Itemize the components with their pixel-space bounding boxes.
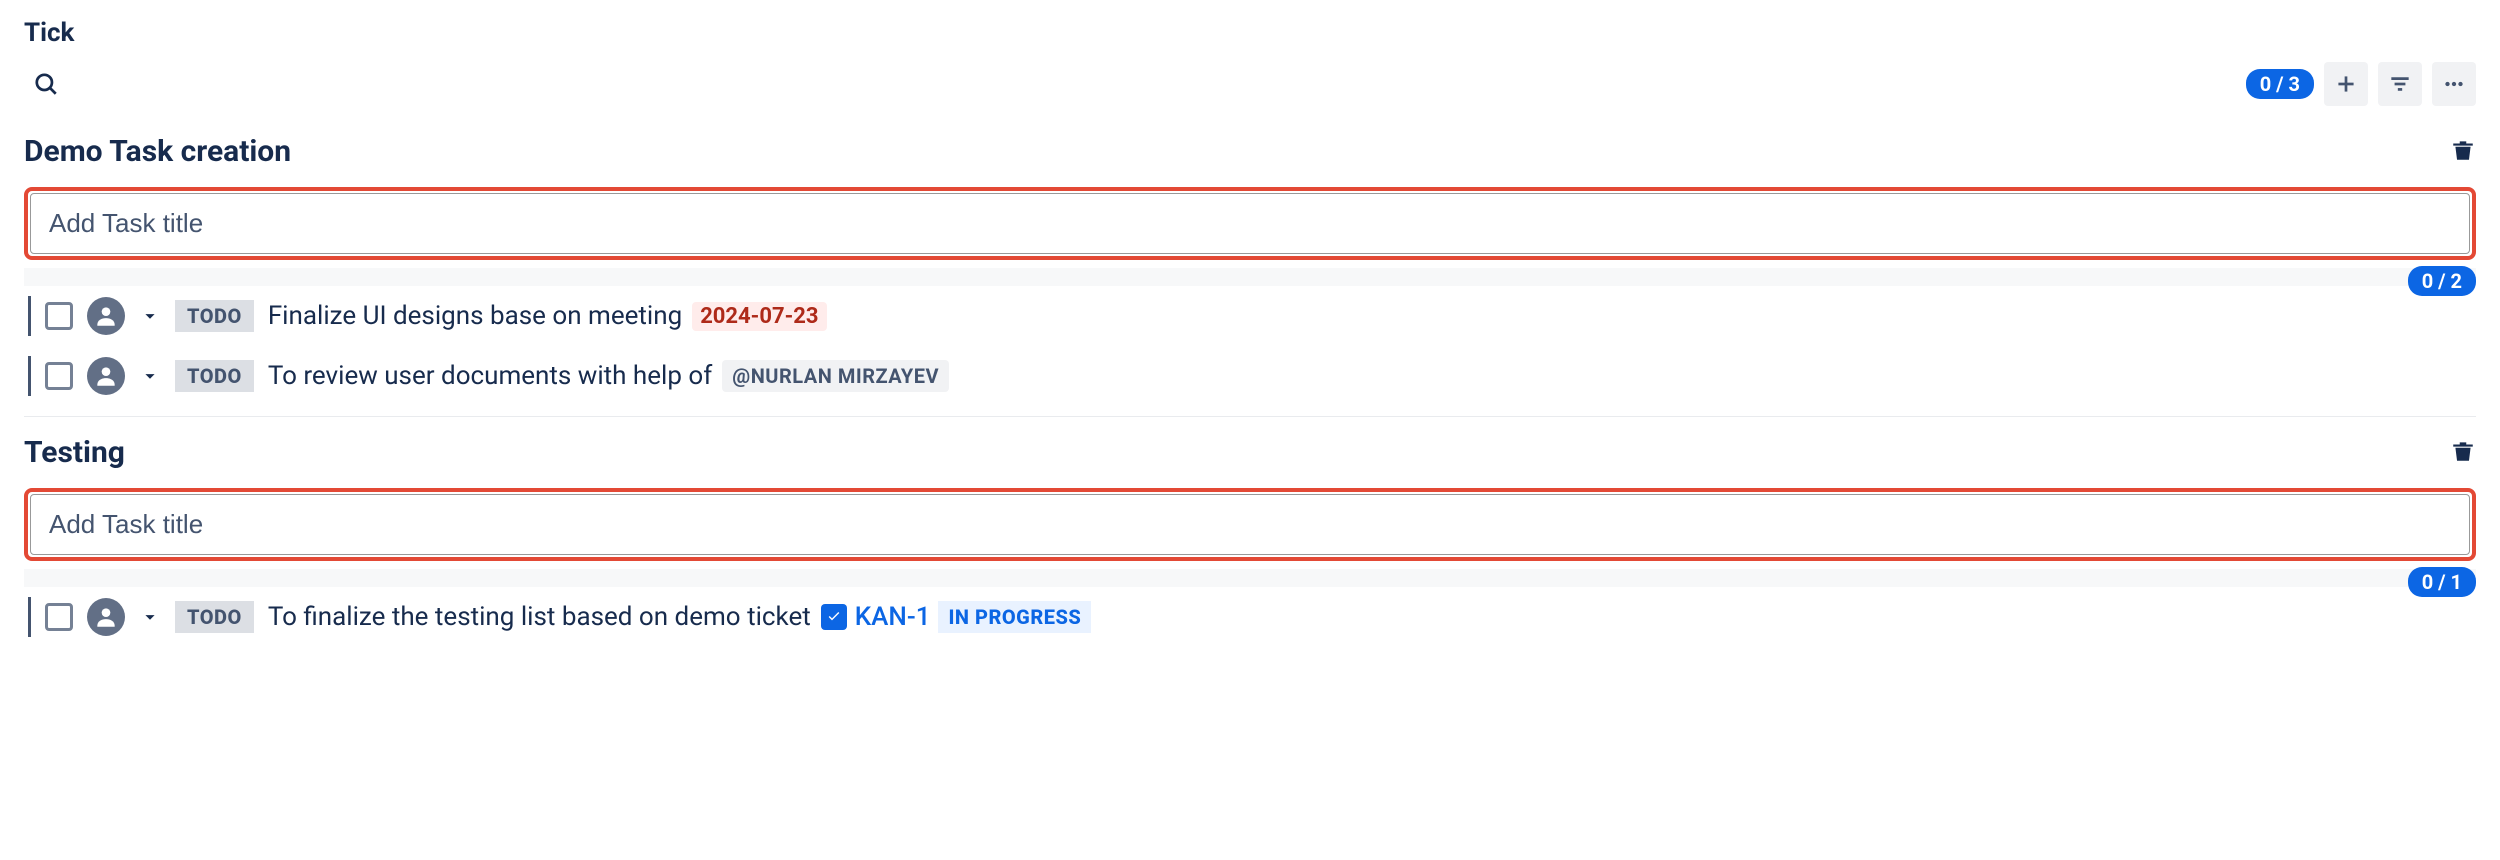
section-title: Demo Task creation [24,134,291,169]
issue-key: KAN-1 [855,602,931,632]
more-button[interactable] [2432,62,2476,106]
task-text: To finalize the testing list based on de… [268,602,811,632]
task-input-highlight [24,187,2476,260]
section-title: Testing [24,435,125,470]
assignee-avatar[interactable] [87,357,125,395]
section-header: Demo Task creation [24,134,2476,169]
person-icon [93,363,119,389]
task-title[interactable]: Finalize UI designs base on meeting 2024… [268,301,827,331]
add-button[interactable] [2324,62,2368,106]
chevron-down-icon [139,365,161,387]
task-checkbox[interactable] [45,362,73,390]
expand-toggle[interactable] [139,305,161,327]
person-icon [93,604,119,630]
expand-toggle[interactable] [139,365,161,387]
task-bar [28,597,31,637]
task-title[interactable]: To finalize the testing list based on de… [268,601,1091,633]
section-divider [24,416,2476,417]
status-lozenge[interactable]: TODO [175,300,254,332]
assignee-avatar[interactable] [87,598,125,636]
section-count-bar: 0 / 2 [24,268,2476,286]
add-task-input[interactable] [30,494,2470,555]
delete-section-button[interactable] [2450,137,2476,167]
task-input-highlight [24,488,2476,561]
status-lozenge[interactable]: TODO [175,601,254,633]
add-task-input[interactable] [30,193,2470,254]
toolbar: 0 / 3 [24,62,2476,106]
check-icon [826,609,842,625]
trash-icon [2450,137,2476,163]
task-checkbox[interactable] [45,302,73,330]
task-title[interactable]: To review user documents with help of @N… [268,360,949,392]
delete-section-button[interactable] [2450,438,2476,468]
trash-icon [2450,438,2476,464]
task-text: To review user documents with help of [268,361,712,391]
task-checkbox[interactable] [45,603,73,631]
person-icon [93,303,119,329]
chevron-down-icon [139,305,161,327]
task-row: TODO To finalize the testing list based … [24,587,2476,647]
task-bar [28,356,31,396]
task-bar [28,296,31,336]
assignee-avatar[interactable] [87,297,125,335]
section-count-bar: 0 / 1 [24,569,2476,587]
expand-toggle[interactable] [139,606,161,628]
linked-issue[interactable]: KAN-1 IN PROGRESS [821,601,1092,633]
section-header: Testing [24,435,2476,470]
status-lozenge[interactable]: TODO [175,360,254,392]
filter-button[interactable] [2378,62,2422,106]
task-type-icon [821,604,847,630]
plus-icon [2333,71,2359,97]
filter-icon [2387,71,2413,97]
mention-lozenge[interactable]: @NURLAN MIRZAYEV [722,360,949,392]
task-row: TODO Finalize UI designs base on meeting… [24,286,2476,346]
chevron-down-icon [139,606,161,628]
section-count-badge: 0 / 2 [2408,266,2476,296]
task-row: TODO To review user documents with help … [24,346,2476,406]
more-icon [2441,71,2467,97]
search-icon [33,71,59,97]
app-title: Tick [24,18,2476,48]
section-count-badge: 0 / 1 [2408,567,2476,597]
overall-count-badge: 0 / 3 [2246,69,2314,99]
issue-status-lozenge: IN PROGRESS [938,601,1091,633]
due-date-lozenge[interactable]: 2024-07-23 [692,302,826,331]
search-button[interactable] [24,62,68,106]
task-text: Finalize UI designs base on meeting [268,301,682,331]
